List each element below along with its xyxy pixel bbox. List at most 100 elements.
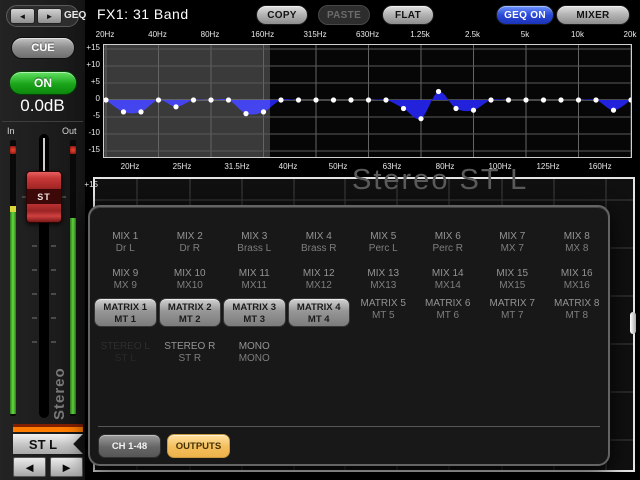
db-tick-label: 0 (80, 94, 100, 103)
channel-strip: ◄ ► GEQ CUE ON 0.0dB In Out ST Stereo ST… (0, 0, 85, 480)
channel-select-mix-15[interactable]: MIX 15MX15 (481, 268, 544, 292)
meter-green-segment (10, 212, 16, 414)
channel-id-label: MIX 14 (417, 268, 480, 280)
next-channel-button[interactable]: ► (37, 8, 62, 24)
channel-nav: ◄ ► GEQ (6, 5, 79, 27)
geq-band-handle-100[interactable] (226, 97, 231, 102)
channel-select-matrix-7[interactable]: MATRIX 7MT 7 (481, 298, 544, 327)
channel-name-label: MX 7 (481, 243, 544, 255)
freq-tick-label: 80Hz (190, 30, 230, 39)
geq-band-handle-1k[interactable] (401, 106, 406, 111)
geq-on-button[interactable]: GEQ ON (496, 5, 554, 25)
on-button[interactable]: ON (9, 71, 77, 95)
geq-band-handle-6.3k[interactable] (541, 97, 546, 102)
channel-right-arrow-button[interactable]: ► (50, 457, 83, 477)
screen: ◄ ► GEQ CUE ON 0.0dB In Out ST Stereo ST… (0, 0, 640, 480)
geq-band-handle-8k[interactable] (558, 97, 563, 102)
channel-select-mix-13[interactable]: MIX 13MX13 (352, 268, 415, 292)
tab-outputs[interactable]: OUTPUTS (167, 434, 230, 458)
channel-select-mix-12[interactable]: MIX 12MX12 (288, 268, 351, 292)
channel-select-matrix-5[interactable]: MATRIX 5MT 5 (352, 298, 415, 327)
geq-band-handle-125[interactable] (243, 111, 248, 116)
channel-select-matrix-1[interactable]: MATRIX 1MT 1 (94, 298, 157, 327)
geq-band-handle-40[interactable] (156, 97, 161, 102)
geq-band-handle-10k[interactable] (576, 97, 581, 102)
channel-select-mix-1[interactable]: MIX 1Dr L (94, 231, 157, 255)
geq-band-handle-800[interactable] (383, 97, 388, 102)
channel-select-mono[interactable]: MONOMONO (223, 341, 286, 365)
geq-band-handle-63[interactable] (191, 97, 196, 102)
fader-label: ST (37, 192, 51, 202)
channel-select-matrix-6[interactable]: MATRIX 6MT 6 (417, 298, 480, 327)
geq-band-handle-250[interactable] (296, 97, 301, 102)
geq-band-handle-4k[interactable] (506, 97, 511, 102)
prev-channel-button[interactable]: ◄ (10, 8, 35, 24)
left-arrow-icon: ◄ (23, 460, 36, 475)
tab-ch-1-48[interactable]: CH 1-48 (98, 434, 161, 458)
geq-band-handle-1.6k[interactable] (436, 89, 441, 94)
geq-band-handle-31.5[interactable] (138, 109, 143, 114)
scrollbar-thumb[interactable] (630, 312, 636, 334)
geq-band-handle-200[interactable] (278, 97, 283, 102)
detail-db-label: +15 (78, 180, 98, 189)
cue-button[interactable]: CUE (11, 37, 75, 59)
channel-id-label: MATRIX 6 (417, 298, 480, 310)
fader-handle[interactable]: ST (26, 171, 62, 223)
geq-band-handle-50[interactable] (173, 104, 178, 109)
channel-select-mix-8[interactable]: MIX 8MX 8 (546, 231, 609, 255)
geq-band-handle-16k[interactable] (611, 108, 616, 113)
channel-select-stereo-r[interactable]: STEREO RST R (159, 341, 222, 365)
channel-select-mix-5[interactable]: MIX 5Perc L (352, 231, 415, 255)
db-tick-label: +5 (80, 77, 100, 86)
geq-band-handle-500[interactable] (348, 97, 353, 102)
geq-band-handle-25[interactable] (121, 109, 126, 114)
copy-button[interactable]: COPY (256, 5, 308, 25)
channel-select-row: MIX 9MX 9MIX 10MX10MIX 11MX11MIX 12MX12M… (94, 268, 608, 292)
channel-id-label: MIX 11 (223, 268, 286, 280)
channel-select-matrix-2[interactable]: MATRIX 2MT 2 (159, 298, 222, 327)
channel-id-label: STEREO R (159, 341, 222, 353)
empty-cell (546, 341, 609, 365)
channel-select-matrix-8[interactable]: MATRIX 8MT 8 (546, 298, 609, 327)
channel-name-label: MX11 (223, 280, 286, 292)
geq-band-handle-2k[interactable] (453, 106, 458, 111)
channel-select-mix-14[interactable]: MIX 14MX14 (417, 268, 480, 292)
geq-band-handle-400[interactable] (331, 97, 336, 102)
empty-cell (417, 341, 480, 365)
geq-band-handle-80[interactable] (208, 97, 213, 102)
geq-band-handle-20k[interactable] (628, 97, 631, 102)
channel-select-mix-6[interactable]: MIX 6Perc R (417, 231, 480, 255)
geq-band-handle-1.25k[interactable] (418, 116, 423, 121)
channel-select-mix-10[interactable]: MIX 10MX10 (159, 268, 222, 292)
channel-name-label: MT 1 (95, 314, 156, 326)
geq-band-handle-315[interactable] (313, 97, 318, 102)
channel-name-label: MT 4 (289, 314, 350, 326)
geq-band-handle-2.5k[interactable] (471, 108, 476, 113)
channel-select-matrix-4[interactable]: MATRIX 4MT 4 (288, 298, 351, 327)
channel-select-mix-16[interactable]: MIX 16MX16 (546, 268, 609, 292)
channel-select-stereo-l[interactable]: STEREO LST L (94, 341, 157, 365)
geq-band-handle-160[interactable] (261, 109, 266, 114)
flat-button[interactable]: FLAT (382, 5, 434, 25)
geq-band-handle-12.5k[interactable] (593, 97, 598, 102)
channel-select-mix-11[interactable]: MIX 11MX11 (223, 268, 286, 292)
fader-label-band: ST (27, 189, 61, 204)
freq-tick-label: 160Hz (243, 30, 283, 39)
geq-overview-plot (103, 44, 632, 158)
channel-id-label: MIX 8 (546, 231, 609, 243)
channel-name-label: MONO (223, 353, 286, 365)
channel-group-label: Stereo (51, 342, 68, 420)
channel-left-arrow-button[interactable]: ◄ (13, 457, 46, 477)
paste-button[interactable]: PASTE (318, 5, 370, 25)
channel-select-mix-3[interactable]: MIX 3Brass L (223, 231, 286, 255)
channel-select-mix-9[interactable]: MIX 9MX 9 (94, 268, 157, 292)
meter-peak-led (70, 146, 76, 154)
mixer-button[interactable]: MIXER (556, 5, 630, 25)
channel-select-mix-4[interactable]: MIX 4Brass R (288, 231, 351, 255)
channel-select-mix-7[interactable]: MIX 7MX 7 (481, 231, 544, 255)
channel-select-mix-2[interactable]: MIX 2Dr R (159, 231, 222, 255)
geq-band-handle-3.15k[interactable] (488, 97, 493, 102)
geq-band-handle-630[interactable] (366, 97, 371, 102)
geq-band-handle-5k[interactable] (523, 97, 528, 102)
channel-select-matrix-3[interactable]: MATRIX 3MT 3 (223, 298, 286, 327)
